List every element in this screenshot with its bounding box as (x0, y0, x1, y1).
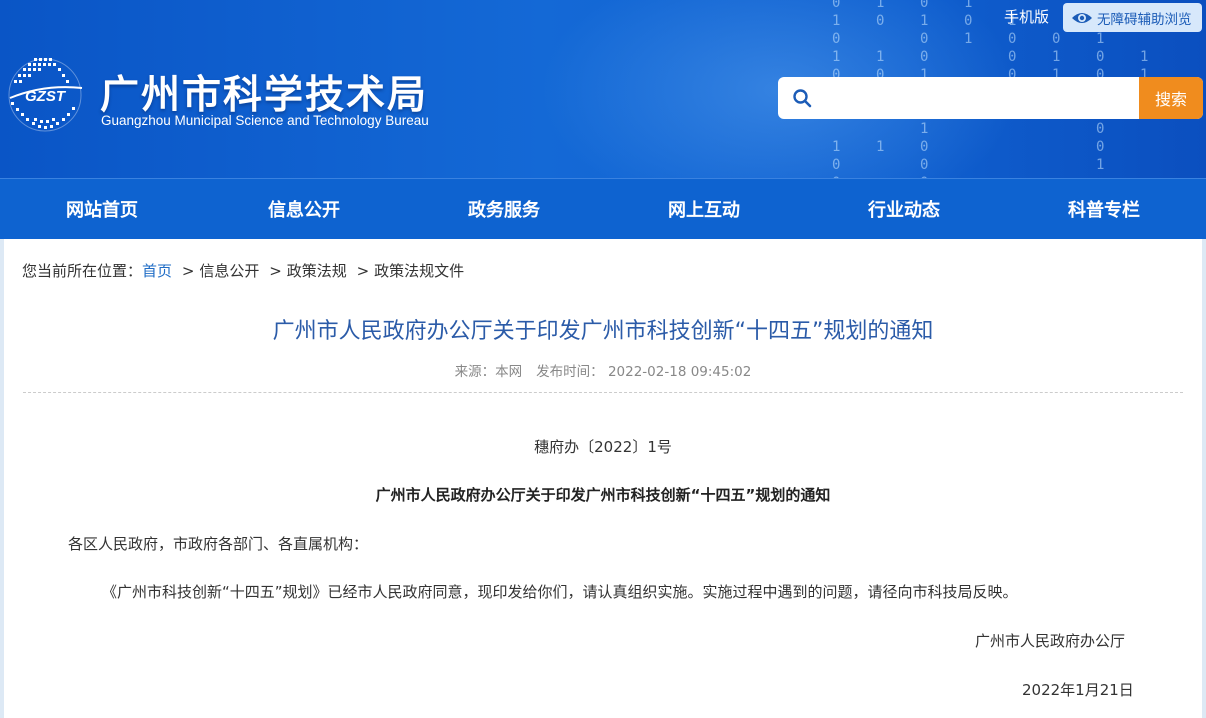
breadcrumb-item-info-disclosure[interactable]: 信息公开 (199, 262, 259, 280)
article-source: 来源：本网 (454, 364, 523, 380)
breadcrumb-prefix: 您当前所在位置： (22, 262, 143, 280)
nav-item-science-column[interactable]: 科普专栏 (1004, 179, 1204, 239)
breadcrumb-separator: > (181, 262, 195, 280)
publish-time-label: 发布时间： (536, 364, 604, 380)
site-subtitle: Guangzhou Municipal Science and Technolo… (101, 113, 429, 128)
article-title: 广州市人民政府办公厅关于印发广州市科技创新“十四五”规划的通知 (272, 319, 934, 344)
article-meta: 来源：本网 发布时间： 2022-02-18 09:45:02 (0, 360, 1206, 380)
search-box: 搜索 (778, 77, 1203, 119)
breadcrumb-separator: > (356, 262, 370, 280)
search-button[interactable]: 搜索 (1139, 77, 1203, 119)
document-date: 2022年1月21日 (1022, 681, 1134, 699)
breadcrumb-separator: > (269, 262, 282, 280)
main-nav: 网站首页 信息公开 政务服务 网上互动 行业动态 科普专栏 (0, 178, 1206, 239)
nav-item-government-services[interactable]: 政务服务 (404, 179, 604, 239)
divider (23, 392, 1183, 393)
breadcrumb-item-policy-documents[interactable]: 政策法规文件 (374, 262, 464, 280)
breadcrumb: 您当前所在位置：首页 > 信息公开 > 政策法规 > 政策法规文件 (22, 260, 464, 281)
search-input[interactable] (822, 77, 1138, 119)
nav-item-online-interaction[interactable]: 网上互动 (604, 179, 804, 239)
document-number: 穗府办〔2022〕1号 (534, 438, 672, 456)
nav-item-industry-news[interactable]: 行业动态 (804, 179, 1004, 239)
search-icon (793, 89, 812, 108)
site-title: 广州市科学技术局 (100, 73, 429, 118)
document-addressee: 各区人民政府，市政府各部门、各直属机构： (68, 535, 369, 553)
nav-item-home[interactable]: 网站首页 (0, 179, 204, 239)
gzst-logo: GZST (8, 58, 83, 132)
logo-text: GZST (25, 88, 67, 105)
eye-icon (1072, 12, 1092, 23)
document-paragraph: 《广州市科技创新“十四五”规划》已经市人民政府同意，现印发给你们，请认真组织实施… (102, 583, 1018, 601)
accessibility-button[interactable]: 无障碍辅助浏览 (1063, 3, 1202, 32)
document-signature: 广州市人民政府办公厅 (975, 632, 1126, 650)
mobile-version-link[interactable]: 手机版 (1004, 6, 1049, 27)
publish-time: 2022-02-18 09:45:02 (607, 364, 752, 380)
breadcrumb-item-policy-regulations[interactable]: 政策法规 (287, 262, 347, 280)
nav-item-info-disclosure[interactable]: 信息公开 (204, 179, 404, 239)
accessibility-label: 无障碍辅助浏览 (1097, 11, 1192, 28)
document-heading: 广州市人民政府办公厅关于印发广州市科技创新“十四五”规划的通知 (375, 486, 831, 504)
breadcrumb-home-link[interactable]: 首页 (142, 262, 172, 280)
site-header: 0 1 0 1 0 1 0 1 0 0 1 0 1 0 1 1 0 1 0 0 … (0, 0, 1206, 178)
